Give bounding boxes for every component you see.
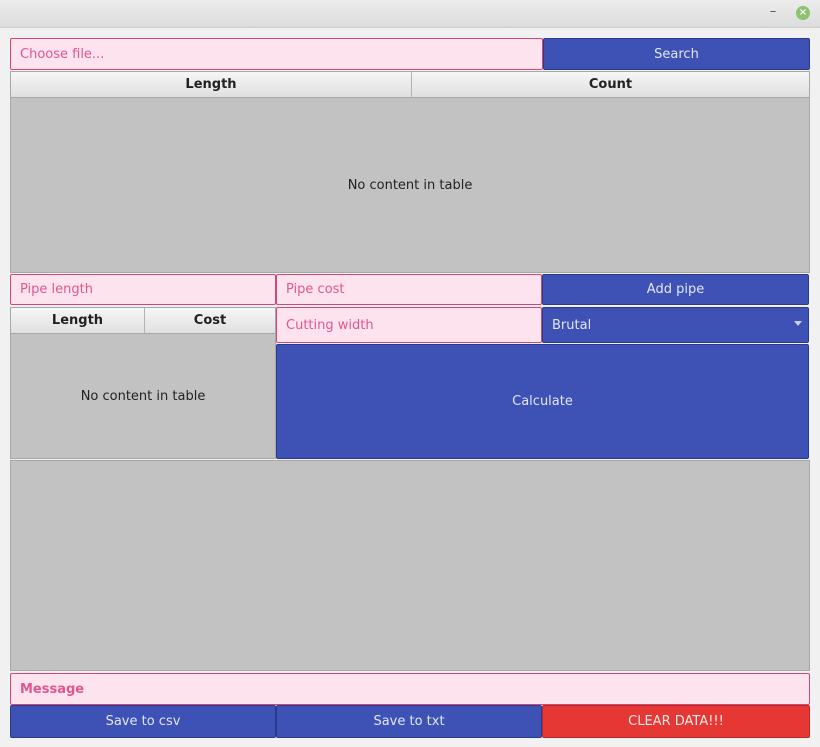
clear-data-label: CLEAR DATA!!!	[628, 714, 724, 729]
calculate-button-label: Calculate	[512, 394, 573, 409]
column-header-length[interactable]: Length	[11, 72, 412, 98]
title-bar: – ×	[0, 0, 820, 28]
clear-data-button[interactable]: CLEAR DATA!!!	[542, 705, 810, 738]
pipe-cost-field[interactable]: Pipe cost	[276, 274, 542, 305]
choose-file-placeholder: Choose file...	[20, 46, 105, 62]
choose-file-field[interactable]: Choose file...	[10, 38, 543, 70]
save-txt-button[interactable]: Save to txt	[276, 705, 542, 738]
pipe-length-placeholder: Pipe length	[20, 282, 93, 297]
add-pipe-button[interactable]: Add pipe	[542, 274, 809, 305]
column-header-length[interactable]: Length	[11, 308, 145, 334]
save-txt-label: Save to txt	[373, 714, 445, 729]
calculate-button[interactable]: Calculate	[276, 344, 809, 459]
pipe-cost-placeholder: Pipe cost	[286, 282, 345, 297]
pipe-length-field[interactable]: Pipe length	[10, 274, 276, 305]
empty-table-message: No content in table	[347, 178, 473, 193]
minimize-icon[interactable]: –	[766, 4, 780, 20]
pipes-table[interactable]: Length Cost No content in table	[10, 307, 276, 459]
close-icon[interactable]: ×	[796, 6, 810, 20]
column-header-label: Length	[185, 77, 237, 92]
column-header-label: Count	[588, 77, 633, 92]
column-header-count[interactable]: Count	[412, 72, 809, 98]
cutting-width-field[interactable]: Cutting width	[276, 307, 542, 343]
column-header-label: Length	[51, 313, 104, 328]
search-button[interactable]: Search	[543, 38, 810, 70]
save-csv-label: Save to csv	[105, 714, 181, 729]
message-field[interactable]: Message	[10, 673, 810, 705]
column-header-cost[interactable]: Cost	[145, 308, 275, 334]
cutting-width-placeholder: Cutting width	[286, 317, 374, 333]
column-header-label: Cost	[193, 313, 227, 328]
save-csv-button[interactable]: Save to csv	[10, 705, 276, 738]
add-pipe-button-label: Add pipe	[646, 282, 705, 297]
empty-table-message: No content in table	[80, 389, 206, 404]
results-area[interactable]	[10, 460, 810, 671]
search-button-label: Search	[654, 46, 699, 62]
counts-table[interactable]: Length Count No content in table	[10, 71, 810, 273]
message-placeholder: Message	[20, 681, 85, 697]
algorithm-select[interactable]: Brutal	[542, 307, 809, 343]
algorithm-selected-value: Brutal	[552, 317, 592, 333]
chevron-down-icon	[794, 321, 802, 326]
